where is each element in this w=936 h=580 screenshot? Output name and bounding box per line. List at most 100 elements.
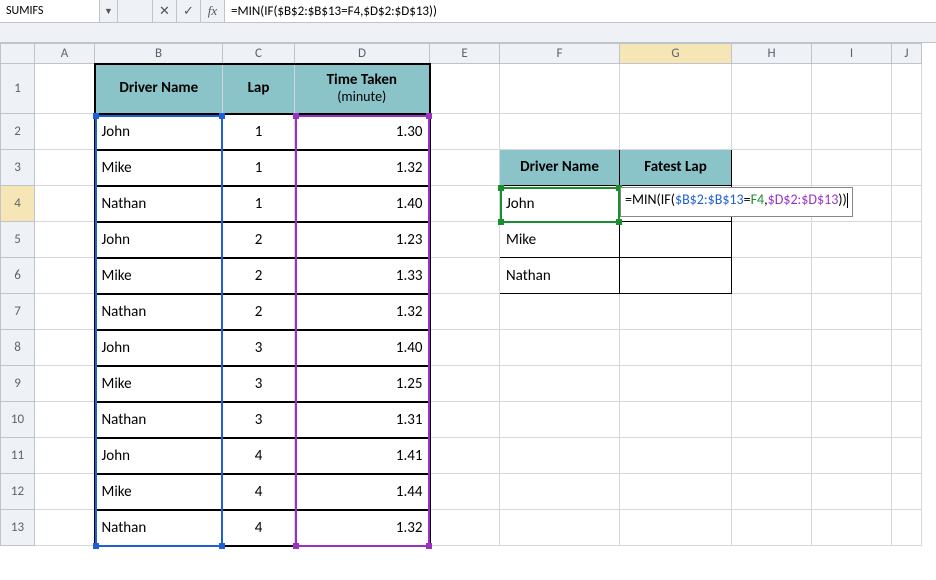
cell-G9[interactable] [620, 366, 732, 402]
cell-J10[interactable] [892, 402, 922, 438]
cell-H7[interactable] [732, 294, 812, 330]
cell-F5[interactable]: Mike [500, 222, 620, 258]
cell-J5[interactable] [892, 222, 922, 258]
cell-A5[interactable] [35, 222, 95, 258]
cell-B3[interactable]: Mike [95, 150, 223, 186]
cell-B11[interactable]: John [95, 438, 223, 474]
cell-E12[interactable] [430, 474, 500, 510]
row-13[interactable]: 13 [1, 510, 35, 546]
cell-I7[interactable] [812, 294, 892, 330]
cell-D7[interactable]: 1.32 [295, 294, 430, 330]
cell-C11[interactable]: 4 [223, 438, 295, 474]
cell-A9[interactable] [35, 366, 95, 402]
cell-I10[interactable] [812, 402, 892, 438]
cell-B1[interactable]: Driver Name [95, 64, 223, 114]
cell-D13[interactable]: 1.32 [295, 510, 430, 546]
row-6[interactable]: 6 [1, 258, 35, 294]
cell-E10[interactable] [430, 402, 500, 438]
cell-I8[interactable] [812, 330, 892, 366]
row-4[interactable]: 4 [1, 186, 35, 222]
enter-formula-icon[interactable]: ✓ [177, 0, 201, 22]
cell-H2[interactable] [732, 114, 812, 150]
cell-F11[interactable] [500, 438, 620, 474]
cell-G13[interactable] [620, 510, 732, 546]
cell-C3[interactable]: 1 [223, 150, 295, 186]
cell-H8[interactable] [732, 330, 812, 366]
cell-J12[interactable] [892, 474, 922, 510]
cell-C7[interactable]: 2 [223, 294, 295, 330]
cell-D12[interactable]: 1.44 [295, 474, 430, 510]
cell-C5[interactable]: 2 [223, 222, 295, 258]
cell-F8[interactable] [500, 330, 620, 366]
cell-C9[interactable]: 3 [223, 366, 295, 402]
cell-J9[interactable] [892, 366, 922, 402]
cell-B12[interactable]: Mike [95, 474, 223, 510]
row-7[interactable]: 7 [1, 294, 35, 330]
cell-G7[interactable] [620, 294, 732, 330]
cell-G5[interactable] [620, 222, 732, 258]
cell-D3[interactable]: 1.32 [295, 150, 430, 186]
cell-F4[interactable]: John [500, 186, 620, 222]
cell-A11[interactable] [35, 438, 95, 474]
col-F[interactable]: F [500, 44, 620, 64]
cell-F7[interactable] [500, 294, 620, 330]
cell-H6[interactable] [732, 258, 812, 294]
row-11[interactable]: 11 [1, 438, 35, 474]
cell-H9[interactable] [732, 366, 812, 402]
cell-C4[interactable]: 1 [223, 186, 295, 222]
cell-A1[interactable] [35, 64, 95, 114]
cell-I1[interactable] [812, 64, 892, 114]
cell-A12[interactable] [35, 474, 95, 510]
cell-B7[interactable]: Nathan [95, 294, 223, 330]
formula-input[interactable]: =MIN(IF($B$2:$B$13=F4,$D$2:$D$13)) [225, 0, 936, 22]
cell-B5[interactable]: John [95, 222, 223, 258]
name-box[interactable]: SUMIFS [0, 0, 100, 22]
cell-J3[interactable] [892, 150, 922, 186]
cell-C13[interactable]: 4 [223, 510, 295, 546]
cell-F1[interactable] [500, 64, 620, 114]
col-B[interactable]: B [95, 44, 223, 64]
cell-E9[interactable] [430, 366, 500, 402]
cell-H13[interactable] [732, 510, 812, 546]
cell-G1[interactable] [620, 64, 732, 114]
cell-D11[interactable]: 1.41 [295, 438, 430, 474]
cell-G11[interactable] [620, 438, 732, 474]
cell-A4[interactable] [35, 186, 95, 222]
cell-J4[interactable] [892, 186, 922, 222]
cell-E13[interactable] [430, 510, 500, 546]
cell-F12[interactable] [500, 474, 620, 510]
cell-I3[interactable] [812, 150, 892, 186]
cell-I6[interactable] [812, 258, 892, 294]
cell-I5[interactable] [812, 222, 892, 258]
row-9[interactable]: 9 [1, 366, 35, 402]
cell-E2[interactable] [430, 114, 500, 150]
cell-J2[interactable] [892, 114, 922, 150]
cell-F6[interactable]: Nathan [500, 258, 620, 294]
cell-D6[interactable]: 1.33 [295, 258, 430, 294]
cell-I12[interactable] [812, 474, 892, 510]
cell-editor-G4[interactable]: =MIN(IF($B$2:$B$13=F4,$D$2:$D$13)) [620, 187, 853, 217]
cell-G8[interactable] [620, 330, 732, 366]
cell-B8[interactable]: John [95, 330, 223, 366]
cell-G6[interactable] [620, 258, 732, 294]
col-C[interactable]: C [223, 44, 295, 64]
cell-D9[interactable]: 1.25 [295, 366, 430, 402]
cell-D10[interactable]: 1.31 [295, 402, 430, 438]
cell-C10[interactable]: 3 [223, 402, 295, 438]
cell-C6[interactable]: 2 [223, 258, 295, 294]
cell-B10[interactable]: Nathan [95, 402, 223, 438]
cell-D8[interactable]: 1.40 [295, 330, 430, 366]
name-box-dd-icon[interactable]: ▼ [100, 0, 118, 22]
col-I[interactable]: I [812, 44, 892, 64]
cell-A2[interactable] [35, 114, 95, 150]
cell-J7[interactable] [892, 294, 922, 330]
cell-B2[interactable]: John [95, 114, 223, 150]
cell-C2[interactable]: 1 [223, 114, 295, 150]
col-H[interactable]: H [732, 44, 812, 64]
cell-G2[interactable] [620, 114, 732, 150]
cancel-formula-icon[interactable]: ✕ [153, 0, 177, 22]
col-G[interactable]: G [620, 44, 732, 64]
col-E[interactable]: E [430, 44, 500, 64]
cell-F10[interactable] [500, 402, 620, 438]
cell-E1[interactable] [430, 64, 500, 114]
